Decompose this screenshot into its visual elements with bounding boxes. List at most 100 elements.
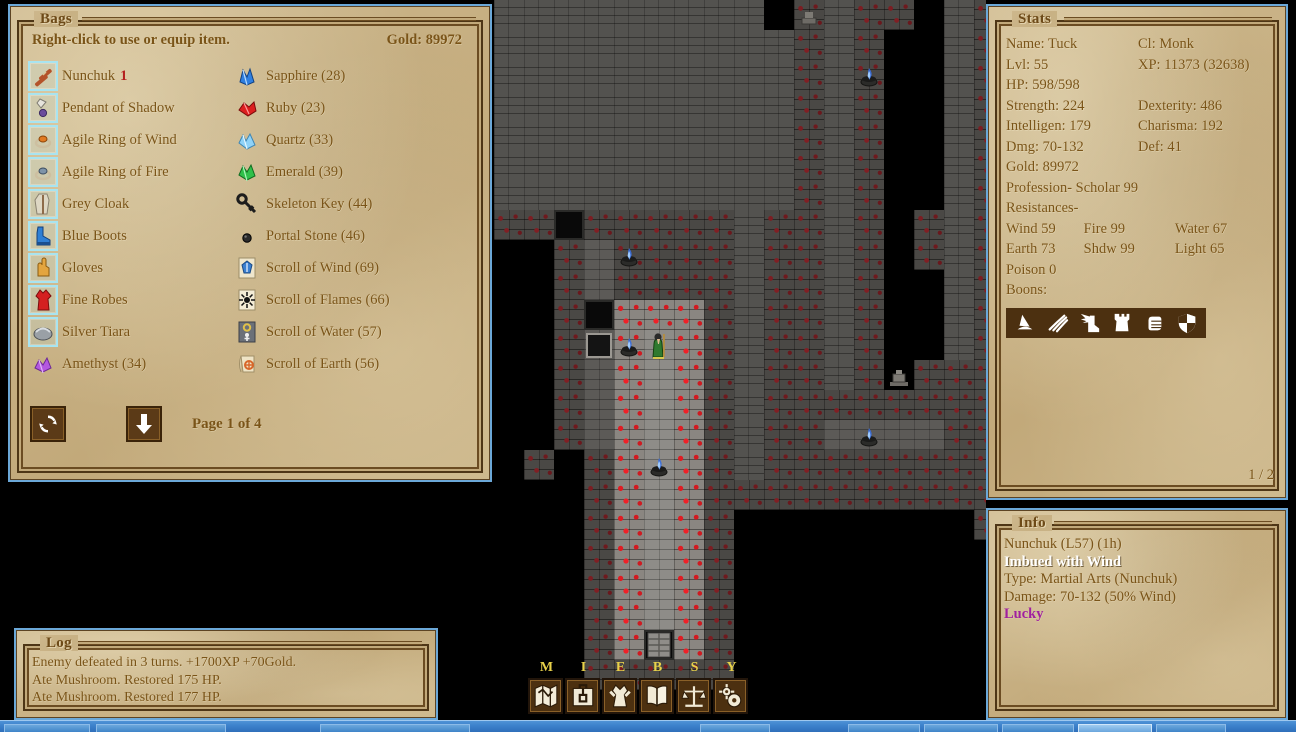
pendant-icon (28, 93, 58, 123)
stats-panel: Stats Name: Tuck Cl: Monk Lvl: 55 XP: 11… (986, 4, 1288, 500)
bag-item[interactable]: Portal Stone (46) (232, 220, 472, 252)
brazier (854, 60, 884, 90)
bag-item[interactable]: Gloves (28, 252, 238, 284)
resistance-poison: Poison 0 (1006, 261, 1057, 278)
skeleton-key-icon (232, 189, 262, 219)
gloves-icon (28, 253, 58, 283)
rubble (794, 0, 824, 30)
bags-column-right: Sapphire (28) Ruby (23) Quartz (33) Emer… (232, 60, 472, 380)
log-panel-title: Log (40, 635, 78, 651)
bag-item-label: Silver Tiara (62, 323, 131, 340)
rubble (884, 360, 914, 390)
taskbar-button[interactable] (96, 724, 226, 732)
bag-item-label: Scroll of Flames (66) (266, 291, 390, 308)
hotbar-button-B[interactable] (639, 678, 674, 714)
dungeon-map[interactable] (494, 0, 986, 720)
stat-row: Resistances- (1006, 200, 1272, 216)
bag-item[interactable]: Quartz (33) (232, 124, 472, 156)
fist-icon[interactable] (1139, 311, 1169, 335)
bag-item[interactable]: Agile Ring of Wind (28, 124, 238, 156)
bag-item[interactable]: Scroll of Flames (66) (232, 284, 472, 316)
bag-item-label: Sapphire (28) (266, 67, 346, 84)
claw-slash-icon[interactable] (1042, 311, 1072, 335)
os-taskbar[interactable] (0, 720, 1296, 732)
resistance-earth: Earth 73 (1006, 241, 1056, 257)
taskbar-button[interactable] (848, 724, 920, 732)
bag-item-label: Blue Boots (62, 227, 127, 244)
bag-item[interactable]: Blue Boots (28, 220, 238, 252)
info-line: Imbued with Wind (1004, 553, 1122, 570)
hotbar-button-E[interactable] (602, 678, 637, 714)
bag-item-label: Scroll of Water (57) (266, 323, 382, 340)
shield-icon[interactable] (1172, 311, 1202, 335)
scroll-earth-icon (232, 349, 262, 379)
winged-boot-icon[interactable] (1075, 311, 1105, 335)
resistance-wind: Wind 59 (1006, 220, 1056, 237)
player-character[interactable] (644, 330, 674, 360)
hotbar-button-Y[interactable] (713, 678, 748, 714)
hotbar-key-E: E (615, 660, 626, 675)
info-panel-title: Info (1012, 515, 1052, 531)
bags-column-left: Nunchuk 1 Pendant of Shadow Agile Ring of… (28, 60, 238, 380)
bag-item[interactable]: Skeleton Key (44) (232, 188, 472, 220)
info-line: Damage: 70-132 (50% Wind) (1004, 588, 1176, 605)
stat-profession: Profession- Scholar 99 (1006, 179, 1139, 196)
bag-item-label: Quartz (33) (266, 131, 334, 148)
taskbar-button[interactable] (1156, 724, 1226, 732)
hotbar-buttons (528, 678, 768, 714)
wizard-hat-icon[interactable] (1010, 311, 1040, 335)
arrow-down-icon (136, 414, 152, 434)
next-page-button[interactable] (126, 406, 162, 442)
hotbar: MIEBSY (528, 660, 768, 720)
info-content: Nunchuk (L57) (1h) Imbued with Wind Type: … (1004, 536, 1274, 706)
bag-item[interactable]: Pendant of Shadow (28, 92, 238, 124)
bag-item-label: Emerald (39) (266, 163, 343, 180)
taskbar-button[interactable] (1002, 724, 1074, 732)
bag-item[interactable]: Emerald (39) (232, 156, 472, 188)
bag-item-label: Scroll of Earth (56) (266, 355, 380, 372)
bag-item[interactable]: Scroll of Earth (56) (232, 348, 472, 380)
tower-rook-icon[interactable] (1107, 311, 1137, 335)
bag-item[interactable]: Grey Cloak (28, 188, 238, 220)
refresh-sort-button[interactable] (30, 406, 66, 442)
ruby-icon (232, 93, 262, 123)
log-title-rule (78, 641, 422, 645)
stats-content: Name: Tuck Cl: Monk Lvl: 55 XP: 11373 (3… (1006, 36, 1272, 484)
hotbar-button-M[interactable] (528, 678, 563, 714)
info-line: Type: Martial Arts (Nunchuk) (1004, 571, 1178, 587)
bag-item[interactable]: Fine Robes (28, 284, 238, 316)
taskbar-button-active[interactable] (1078, 724, 1152, 732)
brazier (644, 450, 674, 480)
taskbar-button[interactable] (924, 724, 998, 732)
bag-item[interactable]: Silver Tiara (28, 316, 238, 348)
hotbar-key-I: I (580, 660, 587, 675)
hotbar-key-M: M (539, 660, 554, 675)
door[interactable] (584, 330, 614, 360)
bags-panel-title: Bags (34, 11, 79, 27)
bag-item-label: Agile Ring of Wind (62, 131, 177, 148)
nunchuk-icon (28, 61, 58, 91)
bag-item[interactable]: Sapphire (28) (232, 60, 472, 92)
hotbar-button-S[interactable] (676, 678, 711, 714)
resistance-water: Water 67 (1174, 220, 1228, 237)
taskbar-button[interactable] (700, 724, 770, 732)
resistance-light: Light 65 (1174, 241, 1225, 257)
stat-level: Lvl: 55 (1006, 56, 1049, 73)
stat-row: Intelligen: 179 Charisma: 192 (1006, 118, 1272, 134)
bag-item[interactable]: Agile Ring of Fire (28, 156, 238, 188)
bags-content: Right-click to use or equip item. Gold: … (28, 32, 476, 466)
bag-item[interactable]: Ruby (23) (232, 92, 472, 124)
bag-item[interactable]: Scroll of Water (57) (232, 316, 472, 348)
bags-gold-label: Gold: 89972 (386, 32, 462, 48)
stairs[interactable] (644, 630, 674, 660)
bag-item-label: Grey Cloak (62, 195, 130, 212)
emerald-icon (232, 157, 262, 187)
bag-item[interactable]: Amethyst (34) (28, 348, 238, 380)
info-panel: Info Nunchuk (L57) (1h) Imbued with Wind T… (986, 508, 1288, 720)
stats-panel-title: Stats (1012, 11, 1058, 27)
hotbar-button-I[interactable] (565, 678, 600, 714)
bag-item[interactable]: Scroll of Wind (69) (232, 252, 472, 284)
taskbar-button[interactable] (4, 724, 90, 732)
bag-item[interactable]: Nunchuk 1 (28, 60, 238, 92)
taskbar-button[interactable] (320, 724, 470, 732)
